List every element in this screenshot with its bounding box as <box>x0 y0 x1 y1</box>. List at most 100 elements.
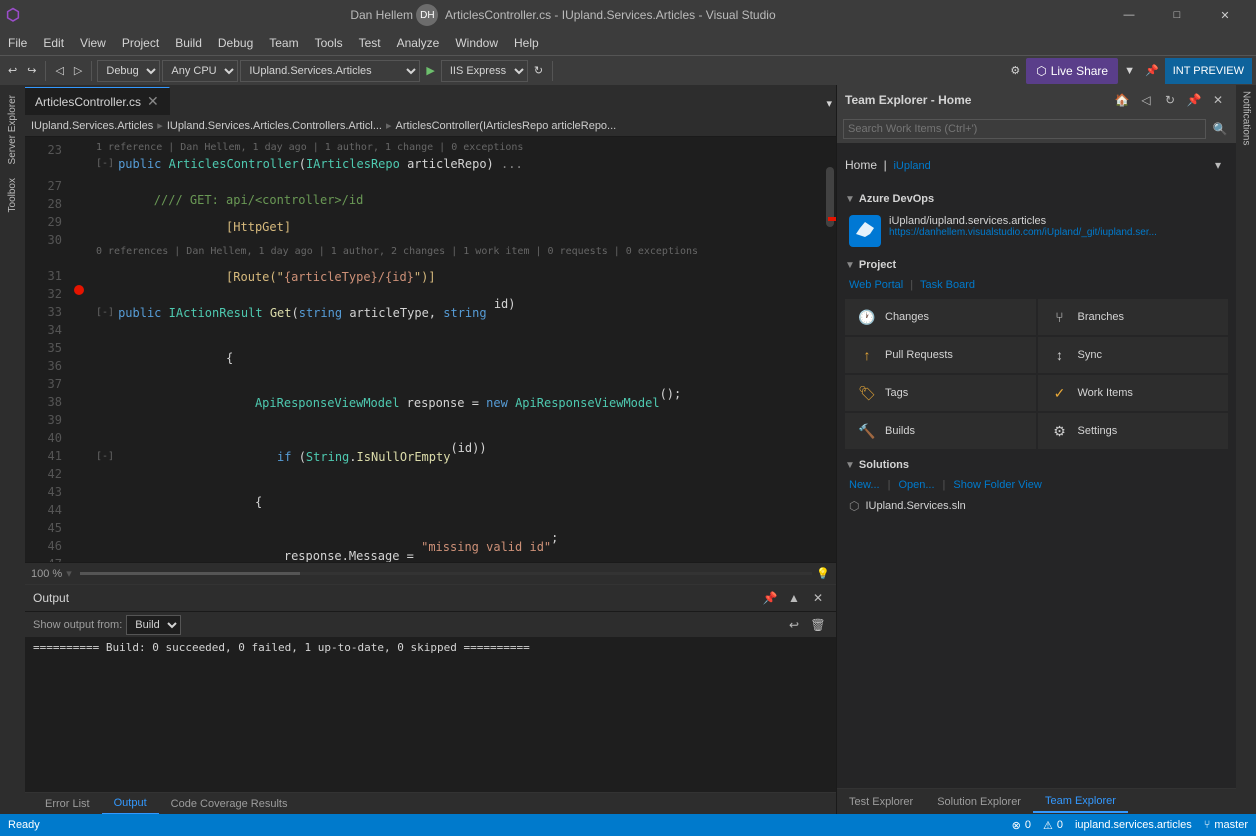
home-expand-button[interactable]: ▾ <box>1208 155 1228 175</box>
project-dropdown[interactable]: IUpland.Services.Articles <box>240 60 420 82</box>
menu-window[interactable]: Window <box>447 30 506 55</box>
sync-button[interactable]: ↕ Sync <box>1038 337 1229 373</box>
scroll-tabs-button[interactable]: ▾ <box>822 91 836 115</box>
ref-info-30: 0 references | Dan Hellem, 1 day ago | 1… <box>96 245 816 259</box>
nav-back-button[interactable]: ◁ <box>51 59 67 83</box>
menu-edit[interactable]: Edit <box>35 30 72 55</box>
code-editor[interactable]: 23 _ 27 28 29 30 _ 31 32 33 34 35 36 37 … <box>25 137 836 562</box>
output-expand-button[interactable]: ▲ <box>784 588 804 608</box>
platform-dropdown[interactable]: Any CPU <box>162 60 238 82</box>
output-clear-button[interactable]: 🗑 <box>808 615 828 635</box>
undo-button[interactable]: ↩ <box>4 59 21 83</box>
path-segment-3[interactable]: ArticlesController(IArticlesRepo article… <box>396 120 617 132</box>
code-line-33: ApiResponseViewModel response = new ApiR… <box>96 385 816 421</box>
config-dropdown[interactable]: Debug <box>97 60 160 82</box>
menu-view[interactable]: View <box>72 30 114 55</box>
redo-button[interactable]: ↪ <box>23 59 40 83</box>
code-content-area[interactable]: 1 reference | Dan Hellem, 1 day ago | 1 … <box>88 137 824 562</box>
branches-icon: ⑂ <box>1050 307 1070 327</box>
tags-button[interactable]: 🏷 Tags <box>845 375 1036 411</box>
editor-scrollbar[interactable] <box>824 137 836 562</box>
int-preview-button[interactable]: INT PREVIEW <box>1165 58 1252 84</box>
builds-icon: 🔨 <box>857 421 877 441</box>
open-solution-link[interactable]: Open... <box>898 479 934 491</box>
builds-button[interactable]: 🔨 Builds <box>845 413 1036 449</box>
expand-23[interactable]: [-] <box>96 155 114 173</box>
expand-35[interactable]: [-] <box>96 448 114 466</box>
output-pin-button[interactable]: 📌 <box>760 588 780 608</box>
tab-close-button[interactable]: ✕ <box>147 93 159 110</box>
menu-tools[interactable]: Tools <box>307 30 351 55</box>
menu-build[interactable]: Build <box>167 30 210 55</box>
task-board-link[interactable]: Task Board <box>920 279 975 291</box>
path-segment-2[interactable]: IUpland.Services.Articles.Controllers.Ar… <box>167 120 382 132</box>
menu-project[interactable]: Project <box>114 30 167 55</box>
tab-test-explorer[interactable]: Test Explorer <box>837 791 925 813</box>
filter-button[interactable]: ▼ <box>1120 59 1139 83</box>
sidebar-item-server-explorer[interactable]: Server Explorer <box>5 89 20 170</box>
editor-footer: 100 % ▾ 💡 <box>25 562 836 584</box>
editor-tab-articles-controller[interactable]: ArticlesController.cs ✕ <box>25 87 170 115</box>
scroll-thumb-h[interactable] <box>80 572 300 575</box>
solution-file-item[interactable]: ⬡ IUpland.Services.sln <box>837 495 1236 517</box>
nav-forward-button[interactable]: ▷ <box>70 59 86 83</box>
status-ready[interactable]: Ready <box>8 819 40 831</box>
work-items-button[interactable]: ✓ Work Items <box>1038 375 1229 411</box>
close-button[interactable]: ✕ <box>1202 0 1248 30</box>
lightbulb-icon[interactable]: 💡 <box>816 567 830 580</box>
project-collapse-icon[interactable]: ▼ <box>845 260 855 271</box>
toolbar-action-1[interactable]: ⚙ <box>1006 59 1024 83</box>
menu-help[interactable]: Help <box>506 30 547 55</box>
pull-requests-button[interactable]: ↑ Pull Requests <box>845 337 1036 373</box>
home-button[interactable]: 🏠 <box>1112 90 1132 110</box>
home-section: Home | iUpland ▾ <box>837 143 1236 187</box>
settings-button[interactable]: ⚙ Settings <box>1038 413 1229 449</box>
tab-output[interactable]: Output <box>102 793 159 815</box>
output-content: ========== Build: 0 succeeded, 0 failed,… <box>25 637 836 792</box>
output-source-dropdown[interactable]: Build <box>126 615 181 635</box>
tab-solution-explorer[interactable]: Solution Explorer <box>925 791 1033 813</box>
repo-url[interactable]: https://danhellem.visualstudio.com/iUpla… <box>889 227 1224 238</box>
search-button[interactable]: 🔍 <box>1210 119 1230 139</box>
search-input[interactable] <box>843 119 1206 139</box>
menu-team[interactable]: Team <box>261 30 306 55</box>
new-solution-link[interactable]: New... <box>849 479 880 491</box>
tab-error-list[interactable]: Error List <box>33 793 102 815</box>
run-button[interactable]: ▶ <box>422 59 438 83</box>
zoom-level[interactable]: 100 % <box>31 568 62 580</box>
path-segment-1[interactable]: IUpland.Services.Articles <box>31 120 153 132</box>
maximize-button[interactable]: □ <box>1154 0 1200 30</box>
live-share-icon: ⬡ <box>1036 64 1046 78</box>
menu-analyze[interactable]: Analyze <box>389 30 448 55</box>
run-config-dropdown[interactable]: IIS Express <box>441 60 528 82</box>
refresh-button[interactable]: ↻ <box>530 59 547 83</box>
changes-button[interactable]: 🕐 Changes <box>845 299 1036 335</box>
web-portal-link[interactable]: Web Portal <box>849 279 903 291</box>
minimize-button[interactable]: — <box>1106 0 1152 30</box>
branches-button[interactable]: ⑂ Branches <box>1038 299 1229 335</box>
status-errors[interactable]: ⊗ 0 <box>1012 819 1031 832</box>
status-warnings[interactable]: ⚠ 0 <box>1043 819 1063 832</box>
notifications-icon[interactable]: Notifications <box>1237 87 1256 149</box>
output-close-button[interactable]: ✕ <box>808 588 828 608</box>
tab-code-coverage[interactable]: Code Coverage Results <box>159 793 300 815</box>
solutions-collapse-icon[interactable]: ▼ <box>845 460 855 471</box>
show-folder-link[interactable]: Show Folder View <box>953 479 1041 491</box>
menu-file[interactable]: File <box>0 30 35 55</box>
back-button[interactable]: ◁ <box>1136 90 1156 110</box>
expand-31[interactable]: [-] <box>96 304 114 322</box>
output-wrap-button[interactable]: ↩ <box>784 615 804 635</box>
menu-debug[interactable]: Debug <box>210 30 261 55</box>
pin-te-button[interactable]: 📌 <box>1184 90 1204 110</box>
tab-team-explorer[interactable]: Team Explorer <box>1033 791 1128 813</box>
refresh-te-button[interactable]: ↻ <box>1160 90 1180 110</box>
status-branch[interactable]: ⑂ master <box>1204 819 1248 831</box>
live-share-button[interactable]: ⬡ Live Share <box>1026 58 1118 84</box>
close-te-button[interactable]: ✕ <box>1208 90 1228 110</box>
menu-test[interactable]: Test <box>351 30 389 55</box>
sidebar-item-toolbox[interactable]: Toolbox <box>5 172 20 218</box>
status-project[interactable]: iupland.services.articles <box>1075 819 1192 831</box>
azure-collapse-icon[interactable]: ▼ <box>845 194 855 205</box>
output-title: Output <box>33 591 69 605</box>
pin-button[interactable]: 📌 <box>1141 59 1163 83</box>
